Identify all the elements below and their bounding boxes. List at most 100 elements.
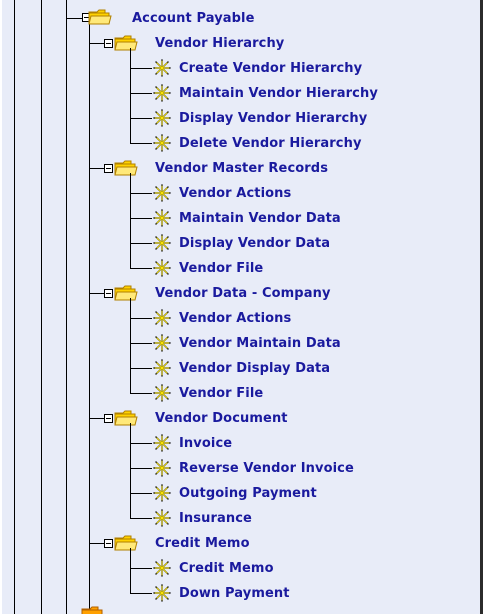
transaction-star-icon — [153, 59, 171, 77]
transaction-star-icon — [153, 484, 171, 502]
transaction-star-icon — [153, 434, 171, 452]
transaction-star-icon — [153, 334, 171, 352]
tree-node-transaction[interactable]: Maintain Vendor Data — [179, 206, 341, 231]
tree-node-label: Display Vendor Hierarchy — [179, 111, 368, 126]
tree-node-label: Maintain Vendor Hierarchy — [179, 86, 378, 101]
transaction-star-icon — [153, 209, 171, 227]
transaction-star-icon — [153, 259, 171, 277]
transaction-star-icon — [153, 84, 171, 102]
collapse-toggle-icon[interactable] — [104, 39, 113, 48]
tree-node-transaction[interactable]: Insurance — [179, 506, 252, 531]
tree-node-group[interactable]: Vendor Document — [155, 406, 288, 431]
tree-node-transaction[interactable]: Vendor File — [179, 381, 263, 406]
tree-connector — [130, 518, 152, 519]
tree-connector — [130, 368, 152, 369]
tree-node-transaction[interactable]: Down Payment — [179, 581, 290, 606]
tree-connector — [130, 93, 152, 94]
tree-guide-line — [89, 24, 90, 614]
tree-node-label: Credit Memo — [179, 561, 274, 576]
transaction-star-icon — [153, 109, 171, 127]
folder-icon — [114, 160, 138, 176]
tree-guide-line — [130, 173, 131, 268]
tree-connector — [130, 318, 152, 319]
tree-node-transaction[interactable]: Display Vendor Data — [179, 231, 330, 256]
tree-node-label: Vendor Hierarchy — [155, 36, 285, 51]
tree-node-label: Insurance — [179, 511, 252, 526]
tree-node-label: Down Payment — [179, 586, 290, 601]
tree-node-label: Vendor Data - Company — [155, 286, 331, 301]
tree-node-label: Maintain Vendor Data — [179, 211, 341, 226]
tree-node-transaction[interactable]: Vendor Maintain Data — [179, 331, 341, 356]
tree-node-group[interactable]: Vendor Hierarchy — [155, 31, 284, 56]
tree-guide-line — [130, 423, 131, 518]
tree-node-transaction[interactable]: Display Vendor Hierarchy — [179, 106, 367, 131]
tree-connector — [130, 193, 152, 194]
tree-connector — [130, 468, 152, 469]
folder-icon — [88, 9, 112, 25]
transaction-star-icon — [153, 359, 171, 377]
collapse-toggle-icon[interactable] — [104, 289, 113, 298]
collapse-toggle-icon[interactable] — [104, 164, 113, 173]
tree-connector — [130, 343, 152, 344]
tree-node-group[interactable]: Credit Memo — [155, 531, 250, 556]
transaction-star-icon — [153, 234, 171, 252]
folder-icon — [114, 285, 138, 301]
tree-guide-line — [130, 298, 131, 393]
tree-node-group[interactable]: Vendor Master Records — [155, 156, 328, 181]
tree-node-label: Outgoing Payment — [179, 486, 317, 501]
tree-node-label: Display Vendor Data — [179, 236, 331, 251]
folder-icon — [81, 606, 103, 614]
tree-node-label: Vendor File — [179, 386, 264, 401]
tree-node-label: Reverse Vendor Invoice — [179, 461, 354, 476]
folder-icon — [114, 35, 138, 51]
tree-guide-line — [66, 0, 67, 614]
tree-guide-line — [130, 548, 131, 593]
transaction-star-icon — [153, 309, 171, 327]
tree-node-label: Invoice — [179, 436, 233, 451]
tree-connector — [130, 143, 152, 144]
tree-connector — [130, 68, 152, 69]
tree-node-transaction[interactable]: Vendor File — [179, 256, 263, 281]
tree-node-label: Vendor Actions — [179, 186, 292, 201]
tree-node-transaction[interactable]: Vendor Actions — [179, 181, 291, 206]
tree-node-root[interactable]: Account Payable — [132, 6, 255, 31]
tree-guide-line — [14, 0, 15, 614]
tree-node-label: Vendor Display Data — [179, 361, 331, 376]
tree-node-transaction[interactable]: Reverse Vendor Invoice — [179, 456, 354, 481]
tree-node-transaction[interactable]: Create Vendor Hierarchy — [179, 56, 362, 81]
transaction-star-icon — [153, 509, 171, 527]
tree-connector — [130, 243, 152, 244]
tree-node-label: Delete Vendor Hierarchy — [179, 136, 362, 151]
tree-node-label: Vendor Master Records — [155, 161, 329, 176]
menu-tree-panel: Account Payable Vendor Hierarchy Create … — [2, 0, 483, 614]
tree-connector — [130, 593, 152, 594]
tree-node-transaction[interactable]: Delete Vendor Hierarchy — [179, 131, 362, 156]
transaction-star-icon — [153, 134, 171, 152]
tree-guide-line — [130, 48, 131, 143]
tree-node-group[interactable]: Vendor Data - Company — [155, 281, 331, 306]
tree-node-transaction[interactable]: Invoice — [179, 431, 232, 456]
tree-node-transaction[interactable]: Vendor Display Data — [179, 356, 330, 381]
tree-node-transaction[interactable]: Maintain Vendor Hierarchy — [179, 81, 378, 106]
tree-connector — [130, 493, 152, 494]
tree-node-label: Vendor Actions — [179, 311, 292, 326]
tree-node-transaction[interactable]: Credit Memo — [179, 556, 274, 581]
tree-node-label: Account Payable — [132, 11, 255, 26]
tree-connector — [130, 118, 152, 119]
tree-guide-line — [41, 0, 42, 614]
tree-connector — [130, 443, 152, 444]
transaction-star-icon — [153, 459, 171, 477]
collapse-toggle-icon[interactable] — [104, 414, 113, 423]
collapse-toggle-icon[interactable] — [104, 539, 113, 548]
tree-node-label: Vendor Maintain Data — [179, 336, 341, 351]
tree-node-label: Credit Memo — [155, 536, 250, 551]
tree-node-label: Vendor File — [179, 261, 264, 276]
tree-node-transaction[interactable]: Vendor Actions — [179, 306, 291, 331]
tree-connector — [130, 568, 152, 569]
transaction-star-icon — [153, 384, 171, 402]
tree-connector — [130, 393, 152, 394]
folder-icon — [114, 410, 138, 426]
transaction-star-icon — [153, 584, 171, 602]
tree-node-transaction[interactable]: Outgoing Payment — [179, 481, 317, 506]
folder-icon — [114, 535, 138, 551]
